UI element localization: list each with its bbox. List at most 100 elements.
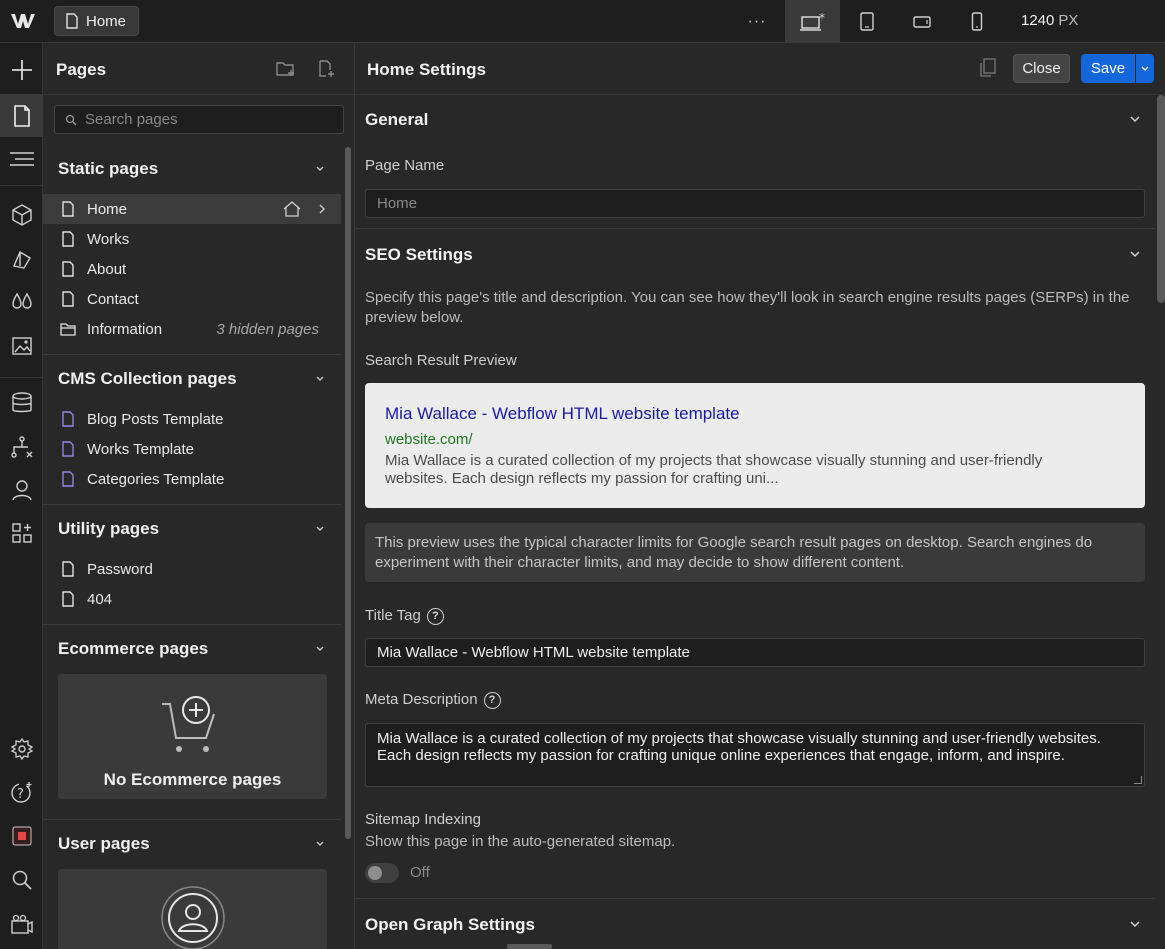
navigator-button[interactable] [0, 137, 43, 180]
page-row-blog-posts-template[interactable]: Blog Posts Template [43, 404, 341, 434]
cms-icon [11, 391, 32, 412]
sitemap-indexing-description: Show this page in the auto-generated sit… [365, 833, 676, 850]
preview-title: Mia Wallace - Webflow HTML website templ… [385, 404, 740, 423]
page-row-information[interactable]: Information 3 hidden pages [43, 314, 341, 344]
variables-icon [11, 292, 32, 309]
settings-header: Home Settings Close Save [355, 43, 1165, 95]
new-folder-icon[interactable] [276, 60, 296, 78]
navigator-icon [9, 151, 34, 166]
top-bar: Home ··· * 1240 PX [0, 0, 1165, 43]
static-pages-header[interactable]: Static pages [43, 154, 341, 184]
breakpoint-portrait-button[interactable] [960, 0, 994, 43]
variables-button[interactable] [0, 280, 43, 323]
open-graph-section-title[interactable]: Open Graph Settings [365, 915, 535, 935]
help-button[interactable]: ? [0, 770, 43, 813]
meta-description-value: Mia Wallace is a curated collection of m… [377, 730, 1101, 764]
title-tag-label-row: Title Tag? [365, 607, 444, 625]
help-icon[interactable]: ? [426, 607, 444, 625]
canvas-width-readout[interactable]: 1240 PX [1021, 12, 1078, 29]
home-icon [283, 201, 301, 217]
logic-icon [10, 435, 32, 458]
search-preview-label: Search Result Preview [365, 352, 517, 369]
utility-pages-title: Utility pages [58, 519, 160, 538]
general-section-title[interactable]: General [365, 110, 428, 130]
assets-icon [11, 336, 32, 355]
search-pages-input[interactable] [85, 111, 325, 128]
webflow-logo-icon[interactable] [10, 11, 36, 31]
breakpoint-landscape-button[interactable] [905, 0, 939, 43]
help-icon[interactable]: ? [483, 691, 501, 709]
meta-description-textarea[interactable]: Mia Wallace is a curated collection of m… [365, 723, 1145, 787]
current-page-tab[interactable]: Home [54, 6, 139, 36]
page-label: Works Template [87, 440, 194, 458]
users-button[interactable] [0, 468, 43, 511]
user-pages-header[interactable]: User pages [43, 829, 341, 859]
save-button[interactable]: Save [1081, 54, 1135, 83]
page-label: Works [87, 230, 130, 248]
chevron-down-icon [1141, 66, 1149, 71]
horizontal-scrollbar[interactable] [507, 944, 552, 949]
pages-scrollbar[interactable] [345, 147, 351, 839]
breakpoint-desktop-button[interactable]: * [785, 0, 840, 43]
page-row-home[interactable]: Home [43, 194, 341, 224]
chevron-down-icon[interactable] [1129, 249, 1141, 259]
save-options-button[interactable] [1136, 54, 1154, 83]
page-icon [60, 291, 76, 307]
settings-icon [10, 737, 33, 760]
cms-button[interactable] [0, 381, 43, 424]
search-pages[interactable] [54, 105, 344, 134]
video-button[interactable] [0, 903, 43, 946]
more-options-button[interactable]: ··· [740, 0, 774, 43]
page-icon [60, 561, 76, 577]
cms-page-icon [60, 411, 76, 427]
settings-button[interactable] [0, 727, 43, 770]
page-icon [60, 231, 76, 247]
preview-note: This preview uses the typical character … [365, 523, 1145, 582]
seo-section-title[interactable]: SEO Settings [365, 245, 473, 265]
components-button[interactable] [0, 193, 43, 236]
chevron-right-icon[interactable] [317, 201, 327, 217]
users-icon [11, 479, 32, 500]
title-tag-label: Title Tag [365, 607, 421, 624]
cms-pages-header[interactable]: CMS Collection pages [43, 364, 341, 394]
page-label: Password [87, 560, 153, 578]
utility-pages-header[interactable]: Utility pages [43, 514, 341, 544]
page-row-password[interactable]: Password [43, 554, 341, 584]
chevron-down-icon[interactable] [1129, 114, 1141, 124]
page-row-404[interactable]: 404 [43, 584, 341, 614]
logic-button[interactable] [0, 425, 43, 468]
sitemap-indexing-toggle[interactable] [365, 863, 399, 883]
apps-button[interactable] [0, 511, 43, 554]
resize-handle-icon[interactable] [1134, 776, 1142, 784]
search-button[interactable] [0, 858, 43, 901]
desktop-star-icon: * [799, 12, 825, 31]
ecommerce-pages-header[interactable]: Ecommerce pages [43, 634, 341, 664]
style-selector-button[interactable] [0, 237, 43, 280]
page-name-input[interactable]: Home [365, 189, 1145, 218]
pages-button[interactable] [0, 94, 43, 137]
page-row-works-template[interactable]: Works Template [43, 434, 341, 464]
chevron-down-icon[interactable] [1129, 919, 1141, 929]
assets-button[interactable] [0, 324, 43, 367]
mobile-portrait-icon [971, 11, 983, 31]
page-icon [60, 201, 76, 217]
new-page-icon[interactable] [318, 60, 336, 78]
settings-scrollbar[interactable] [1157, 95, 1165, 303]
add-button[interactable] [0, 48, 43, 91]
user-pages-title: User pages [58, 834, 150, 853]
page-row-about[interactable]: About [43, 254, 341, 284]
duplicate-icon[interactable] [979, 58, 997, 78]
title-tag-input[interactable]: Mia Wallace - Webflow HTML website templ… [365, 638, 1145, 667]
search-icon [12, 870, 32, 890]
breakpoint-tablet-button[interactable] [850, 0, 884, 43]
meta-description-label-row: Meta Description? [365, 691, 501, 709]
record-button[interactable] [0, 814, 43, 857]
chevron-down-icon [316, 841, 324, 846]
video-icon [10, 914, 33, 934]
page-label: Contact [87, 290, 139, 308]
page-row-contact[interactable]: Contact [43, 284, 341, 314]
page-row-works[interactable]: Works [43, 224, 341, 254]
close-button[interactable]: Close [1013, 54, 1070, 83]
toggle-knob [368, 866, 382, 880]
page-row-categories-template[interactable]: Categories Template [43, 464, 341, 494]
